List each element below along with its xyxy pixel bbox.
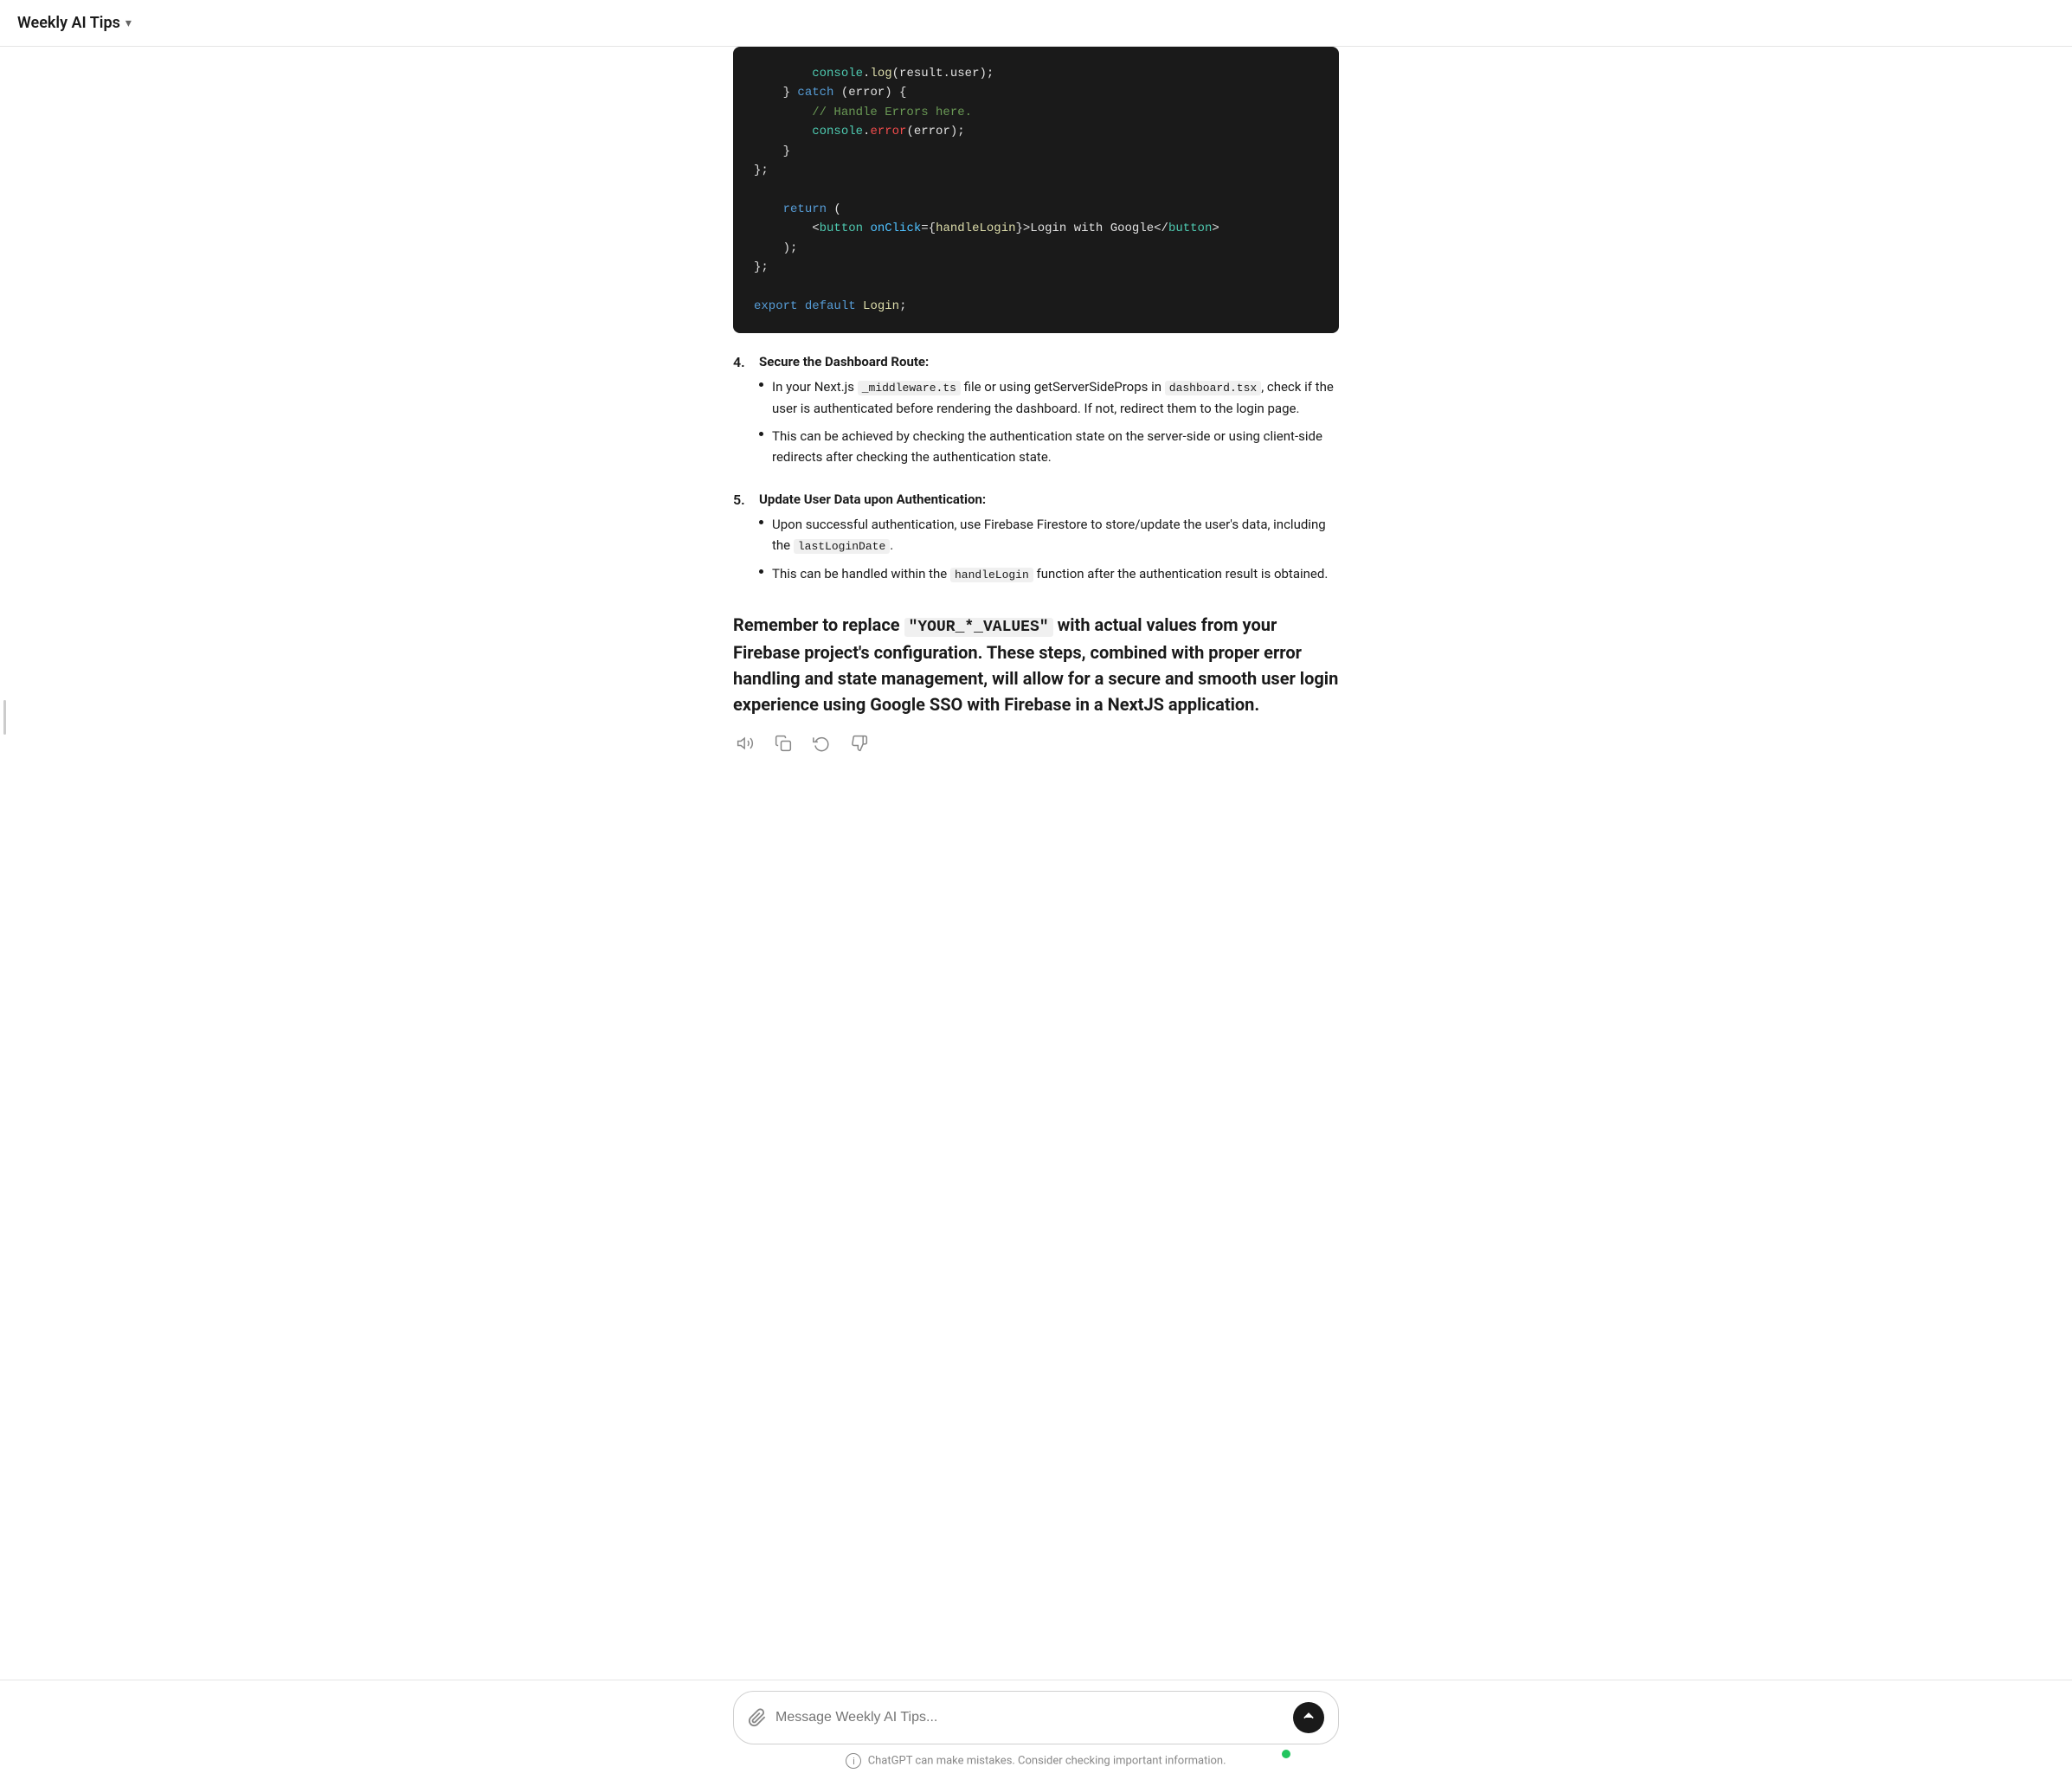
step-title: Update User Data upon Authentication: xyxy=(759,491,1339,507)
chevron-down-icon[interactable]: ▾ xyxy=(125,16,132,30)
summary-block: Remember to replace "YOUR_*_VALUES" with… xyxy=(733,612,1339,717)
scroll-indicator xyxy=(3,700,6,735)
main-content: console.log(result.user); } catch (error… xyxy=(0,47,2072,1680)
code-block: console.log(result.user); } catch (error… xyxy=(733,47,1339,333)
message-input-wrapper xyxy=(733,1691,1339,1744)
header: Weekly AI Tips ▾ xyxy=(0,0,2072,47)
disclaimer-text: i ChatGPT can make mistakes. Consider ch… xyxy=(733,1753,1339,1769)
speaker-icon[interactable] xyxy=(733,731,757,755)
thumbs-down-icon[interactable] xyxy=(847,731,872,755)
list-item: 4. Secure the Dashboard Route: In your N… xyxy=(733,354,1339,474)
bullet-text: In your Next.js _middleware.ts file or u… xyxy=(772,376,1339,419)
list-item: In your Next.js _middleware.ts file or u… xyxy=(759,376,1339,419)
bullet-text: Upon successful authentication, use Fire… xyxy=(772,514,1339,556)
copy-icon[interactable] xyxy=(771,731,795,755)
send-button[interactable] xyxy=(1293,1702,1324,1733)
bullet-text: This can be achieved by checking the aut… xyxy=(772,426,1339,467)
bullet-dot xyxy=(759,569,763,574)
bullet-list: Upon successful authentication, use Fire… xyxy=(759,514,1339,585)
step-content: Update User Data upon Authentication: Up… xyxy=(759,491,1339,592)
bullet-dot xyxy=(759,520,763,524)
bullet-list: In your Next.js _middleware.ts file or u… xyxy=(759,376,1339,467)
input-container: i ChatGPT can make mistakes. Consider ch… xyxy=(733,1691,1339,1769)
bottom-bar: i ChatGPT can make mistakes. Consider ch… xyxy=(0,1680,2072,1786)
step-content: Secure the Dashboard Route: In your Next… xyxy=(759,354,1339,474)
regenerate-icon[interactable] xyxy=(809,731,833,755)
list-item: This can be achieved by checking the aut… xyxy=(759,426,1339,467)
app-title: Weekly AI Tips xyxy=(17,14,120,32)
list-item: Upon successful authentication, use Fire… xyxy=(759,514,1339,556)
step-number: 5. xyxy=(733,491,750,592)
list-item: This can be handled within the handleLog… xyxy=(759,563,1339,585)
message-input[interactable] xyxy=(775,1710,1284,1725)
action-icons-bar xyxy=(733,731,1339,755)
list-item: 5. Update User Data upon Authentication:… xyxy=(733,491,1339,592)
content-body: 4. Secure the Dashboard Route: In your N… xyxy=(733,354,1339,755)
step-title: Secure the Dashboard Route: xyxy=(759,354,1339,369)
step-number: 4. xyxy=(733,354,750,474)
bullet-dot xyxy=(759,382,763,387)
status-dot xyxy=(1282,1750,1290,1758)
steps-list: 4. Secure the Dashboard Route: In your N… xyxy=(733,354,1339,591)
info-icon: i xyxy=(846,1753,861,1769)
bullet-text: This can be handled within the handleLog… xyxy=(772,563,1328,585)
bullet-dot xyxy=(759,432,763,436)
attach-button[interactable] xyxy=(748,1708,767,1727)
